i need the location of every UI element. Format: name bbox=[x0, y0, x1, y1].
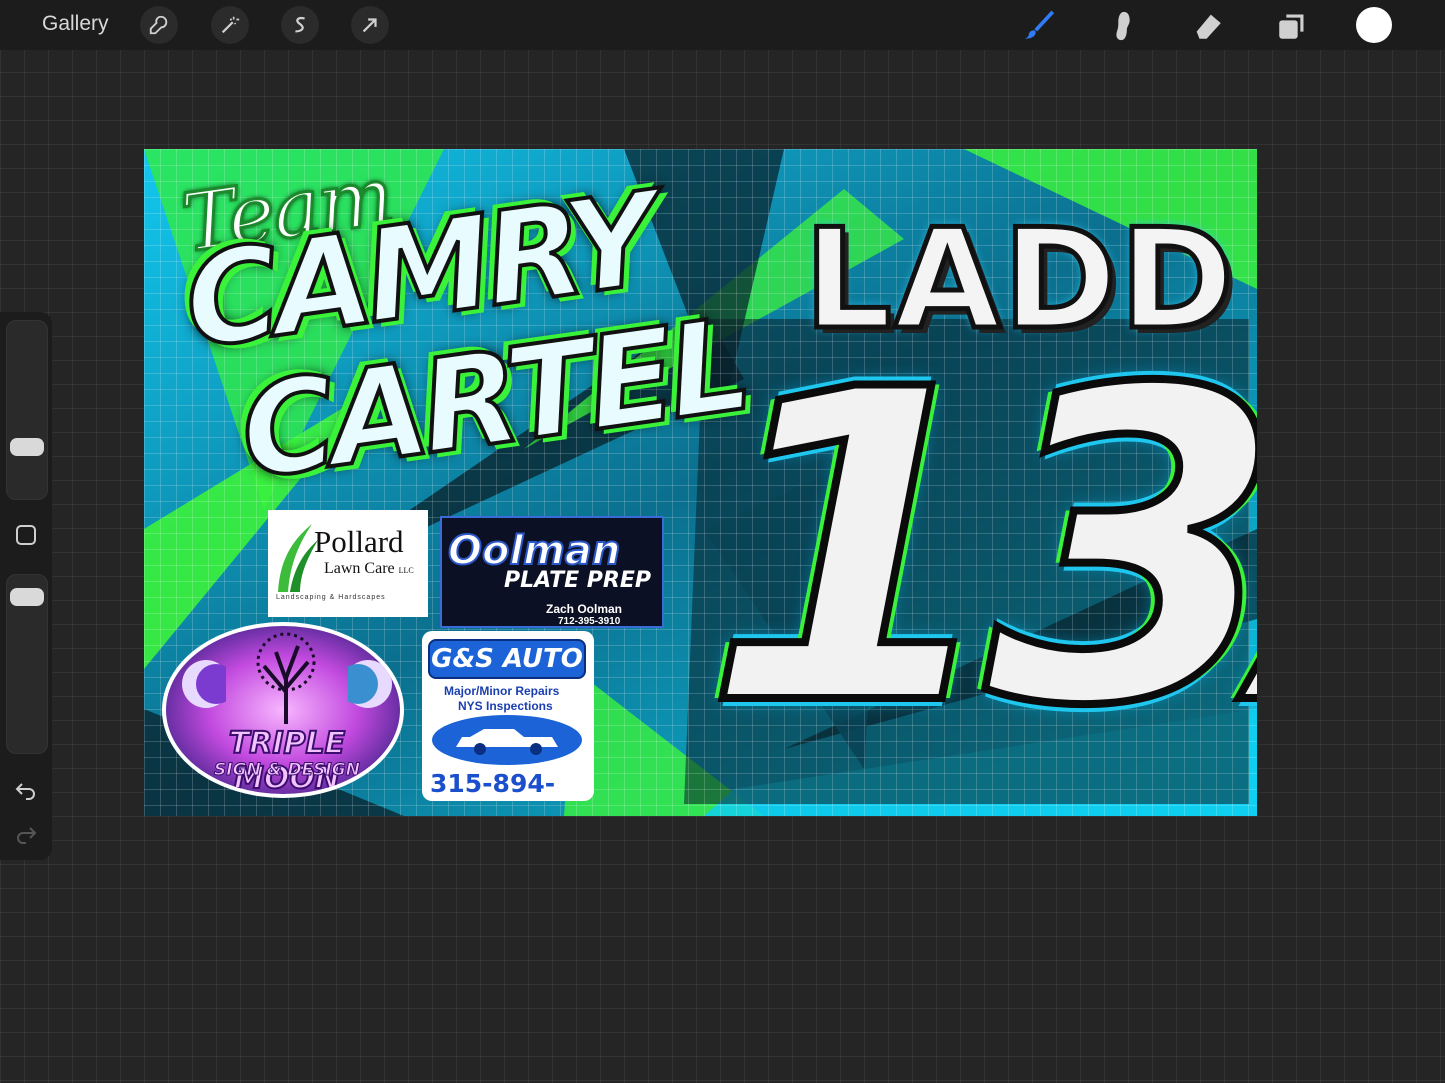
pollard-tagline: Landscaping & Hardscapes bbox=[276, 594, 386, 601]
selection-icon bbox=[295, 17, 305, 33]
smudge-icon bbox=[1116, 11, 1130, 41]
modify-button[interactable] bbox=[16, 525, 36, 545]
layers-icon bbox=[1279, 14, 1304, 39]
moon-icon bbox=[182, 660, 226, 708]
tree-icon bbox=[256, 632, 316, 724]
drawing-canvas[interactable]: Team CAMRY CARTEL LADD 13A Pollard Lawn … bbox=[144, 149, 1257, 816]
oolman-plate-prep-logo: Oolman PLATE PREP Zach Oolman 712-395-39… bbox=[440, 516, 664, 628]
left-sidebar bbox=[0, 312, 52, 860]
car-icon bbox=[432, 715, 582, 765]
undo-icon[interactable] bbox=[14, 778, 38, 802]
moon-icon-right bbox=[348, 660, 392, 708]
oolman-plate-prep: PLATE PREP bbox=[504, 568, 651, 593]
redo-icon[interactable] bbox=[14, 822, 38, 846]
brush-size-slider[interactable] bbox=[6, 320, 48, 500]
gs-phone: 315-894-2319 bbox=[430, 769, 556, 801]
eraser-button[interactable] bbox=[1188, 6, 1228, 46]
car-number-text: 13A bbox=[700, 300, 1257, 800]
gs-auto-logo: G&S AUTO Major/Minor Repairs NYS Inspect… bbox=[422, 631, 594, 801]
oolman-contact: Zach Oolman bbox=[546, 602, 623, 616]
top-toolbar: Gallery bbox=[0, 0, 1445, 50]
triple-moon-logo: TRIPLE MOON SIGN & DESIGN bbox=[162, 622, 404, 798]
color-picker-button[interactable] bbox=[1356, 7, 1392, 43]
magic-wand-icon bbox=[221, 16, 240, 34]
brush-size-knob[interactable] bbox=[10, 437, 44, 456]
opacity-slider[interactable] bbox=[6, 574, 48, 754]
pollard-name: Pollard bbox=[314, 524, 404, 559]
transform-button[interactable] bbox=[351, 6, 389, 44]
gs-inspections-text: NYS Inspections bbox=[458, 699, 553, 713]
selection-button[interactable] bbox=[281, 6, 319, 44]
brush-button[interactable] bbox=[1020, 6, 1060, 46]
adjustments-button[interactable] bbox=[211, 6, 249, 44]
layers-button[interactable] bbox=[1272, 6, 1312, 46]
transform-arrow-icon bbox=[362, 18, 377, 33]
smudge-button[interactable] bbox=[1104, 6, 1144, 46]
brush-icon bbox=[1024, 10, 1055, 39]
gs-repairs-text: Major/Minor Repairs bbox=[444, 684, 560, 698]
pollard-lawn-care: Lawn Care LLC bbox=[324, 560, 414, 577]
oolman-phone: 712-395-3910 bbox=[558, 616, 621, 627]
pollard-lawn-care-logo: Pollard Lawn Care LLC Landscaping & Hard… bbox=[268, 510, 428, 617]
gallery-button[interactable]: Gallery bbox=[42, 12, 109, 36]
triple-moon-sub: SIGN & DESIGN bbox=[214, 760, 361, 781]
eraser-icon bbox=[1196, 14, 1221, 39]
actions-button[interactable] bbox=[140, 6, 178, 44]
opacity-knob[interactable] bbox=[10, 588, 44, 607]
wrench-icon bbox=[149, 15, 168, 35]
gs-auto-name: G&S AUTO bbox=[428, 639, 586, 679]
